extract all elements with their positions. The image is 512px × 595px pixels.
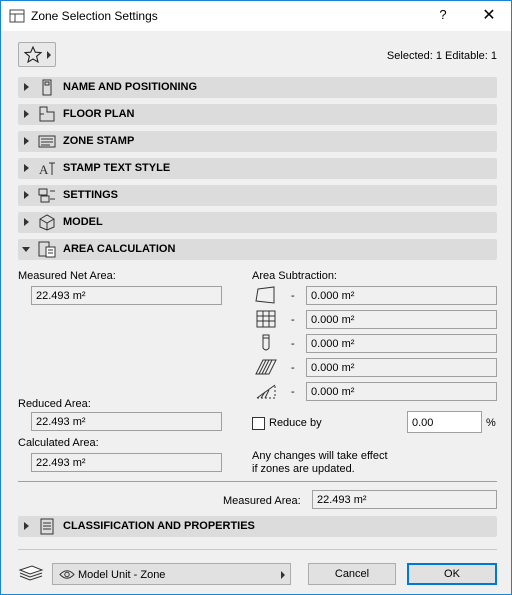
section-label: SETTINGS (63, 189, 119, 201)
grid-icon (256, 310, 276, 328)
polygon-icon (255, 286, 275, 304)
section-label: AREA CALCULATION (63, 243, 176, 255)
section-label: FLOOR PLAN (63, 108, 135, 120)
measured-area-field: 22.493 m² (312, 490, 497, 509)
help-button[interactable]: ? (433, 7, 453, 25)
settings-icon (38, 188, 55, 203)
area-calculation-icon (38, 241, 56, 258)
favorites-button[interactable] (18, 42, 56, 67)
measured-net-area-label: Measured Net Area: (18, 270, 116, 282)
floor-plan-icon (39, 106, 55, 122)
zone-stamp-icon (38, 135, 56, 148)
reduced-area-label: Reduced Area: (18, 398, 91, 410)
hatch-icon (255, 359, 277, 375)
measured-net-area-field: 22.493 m² (31, 286, 222, 305)
dialog-window: Zone Selection Settings ? ✕ Selected: 1 … (0, 0, 512, 595)
subtraction-field-2: 0.000 m² (306, 310, 497, 329)
update-note-line2: if zones are updated. (252, 463, 355, 475)
classification-icon (40, 518, 54, 535)
section-label: STAMP TEXT STYLE (63, 162, 171, 174)
measured-area-label: Measured Area: (223, 495, 301, 507)
ok-button[interactable]: OK (407, 563, 497, 585)
subtraction-field-1: 0.000 m² (306, 286, 497, 305)
eye-icon (59, 570, 75, 579)
star-icon (24, 46, 42, 63)
reduce-by-checkbox[interactable] (252, 417, 265, 430)
text-style-icon: A (39, 162, 55, 177)
collapse-icon (22, 247, 30, 252)
subtraction-field-4: 0.000 m² (306, 358, 497, 377)
column-icon (262, 334, 270, 351)
calculated-area-field: 22.493 m² (31, 453, 222, 472)
expand-icon (24, 110, 29, 118)
expand-icon (24, 164, 29, 172)
dash-label: - (291, 338, 295, 350)
view-mode-value: Model Unit - Zone (78, 569, 166, 581)
section-settings[interactable]: SETTINGS (18, 185, 497, 206)
title-bar: Zone Selection Settings ? ✕ (1, 1, 511, 31)
subtraction-field-3: 0.000 m² (306, 334, 497, 353)
section-label: CLASSIFICATION AND PROPERTIES (63, 520, 255, 532)
reduced-area-field: 22.493 m² (31, 412, 222, 431)
section-zone-stamp[interactable]: ZONE STAMP (18, 131, 497, 152)
section-area-calculation[interactable]: AREA CALCULATION (18, 239, 497, 260)
area-subtraction-label: Area Subtraction: (252, 270, 337, 282)
layers-icon[interactable] (18, 564, 44, 582)
expand-icon (24, 191, 29, 199)
dropdown-arrow-icon (281, 571, 285, 579)
name-positioning-icon (42, 79, 52, 96)
section-label: MODEL (63, 216, 103, 228)
section-stamp-text-style[interactable]: A STAMP TEXT STYLE (18, 158, 497, 179)
view-mode-dropdown[interactable]: Model Unit - Zone (52, 563, 291, 585)
section-name-positioning[interactable]: NAME AND POSITIONING (18, 77, 497, 98)
dash-label: - (291, 290, 295, 302)
subtraction-field-5: 0.000 m² (306, 382, 497, 401)
window-title: Zone Selection Settings (31, 9, 158, 23)
divider (18, 481, 497, 482)
selection-count: Selected: 1 Editable: 1 (386, 50, 497, 62)
cancel-button[interactable]: Cancel (308, 563, 396, 585)
section-label: ZONE STAMP (63, 135, 135, 147)
calculated-area-label: Calculated Area: (18, 437, 99, 449)
reduce-by-input[interactable]: 0.00 (407, 411, 482, 433)
close-button[interactable]: ✕ (475, 5, 503, 27)
app-icon (9, 9, 25, 23)
expand-icon (24, 83, 29, 91)
slope-icon (256, 384, 276, 399)
expand-icon (24, 218, 29, 226)
model-icon (39, 214, 55, 231)
expand-icon (24, 522, 29, 530)
percent-unit-label: % (486, 417, 496, 429)
expand-icon (24, 137, 29, 145)
section-label: NAME AND POSITIONING (63, 81, 198, 93)
dropdown-arrow-icon (47, 51, 51, 59)
footer-divider (18, 549, 497, 550)
section-classification[interactable]: CLASSIFICATION AND PROPERTIES (18, 516, 497, 537)
section-model[interactable]: MODEL (18, 212, 497, 233)
dash-label: - (291, 386, 295, 398)
section-floor-plan[interactable]: FLOOR PLAN (18, 104, 497, 125)
dash-label: - (291, 314, 295, 326)
dash-label: - (291, 362, 295, 374)
reduce-by-label: Reduce by (269, 417, 322, 429)
update-note-line1: Any changes will take effect (252, 450, 388, 462)
svg-text:A: A (39, 162, 49, 177)
